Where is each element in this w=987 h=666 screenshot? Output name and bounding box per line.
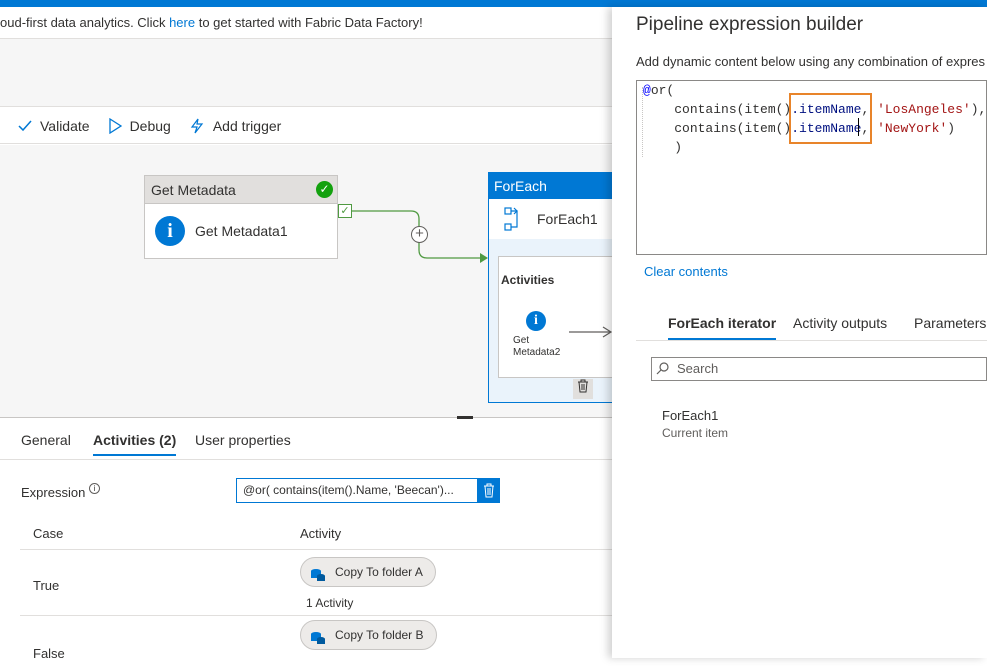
code-fn-or: or( bbox=[650, 83, 675, 98]
delete-icon[interactable] bbox=[573, 379, 593, 399]
copy-activity-chip[interactable]: Copy To folder B bbox=[300, 620, 437, 650]
validate-button[interactable]: Validate bbox=[18, 118, 90, 134]
properties-tabs: General Activities (2) User properties bbox=[0, 418, 612, 460]
tab-general[interactable]: General bbox=[21, 432, 71, 448]
panel-title: Pipeline expression builder bbox=[636, 14, 864, 35]
foreach-activity[interactable]: ForEach ForEach1 Activities i Get Metada… bbox=[488, 172, 618, 403]
code-fn-contains: contains(item() bbox=[674, 121, 792, 136]
copy-activity-chip[interactable]: Copy To folder A bbox=[300, 557, 436, 587]
get-metadata-header: Get Metadata ✓ bbox=[145, 176, 337, 204]
code-string: 'NewYork' bbox=[877, 121, 948, 136]
table-header: Case Activity bbox=[20, 518, 612, 550]
inner-activity-line1: Get bbox=[513, 335, 530, 346]
panel-tabs: ForEach iterator Activity outputs Parame… bbox=[636, 305, 987, 341]
banner-text: oud-first data analytics. Click bbox=[0, 15, 170, 30]
cases-table: Case Activity True Copy To folder A 1 Ac… bbox=[20, 518, 612, 666]
search-icon bbox=[656, 362, 669, 375]
info-tooltip-icon[interactable]: i bbox=[89, 483, 100, 494]
case-value: False bbox=[33, 646, 65, 661]
tab-activity-outputs[interactable]: Activity outputs bbox=[793, 315, 887, 331]
code-tail: ) bbox=[947, 121, 956, 136]
tab-parameters[interactable]: Parameters bbox=[914, 315, 986, 331]
delete-expression-icon[interactable] bbox=[478, 478, 500, 503]
expression-label: Expression bbox=[21, 485, 86, 500]
expression-row: Expression i @or( contains(item().Name, … bbox=[0, 470, 612, 514]
code-close: ) bbox=[674, 140, 683, 155]
success-port-icon[interactable]: ✓ bbox=[338, 204, 352, 218]
tab-foreach-iterator[interactable]: ForEach iterator bbox=[668, 315, 777, 340]
inner-activity-name[interactable]: Get Metadata2 bbox=[513, 335, 560, 359]
case-value: True bbox=[33, 578, 60, 593]
expression-field[interactable]: @or( contains(item().Name, 'Beecan')... bbox=[236, 478, 478, 503]
iterator-item[interactable]: ForEach1 bbox=[662, 408, 718, 423]
highlight-box bbox=[789, 93, 872, 144]
table-row: False Copy To folder B bbox=[20, 616, 612, 666]
activity-name: Get Metadata1 bbox=[195, 223, 288, 239]
get-metadata-activity[interactable]: Get Metadata ✓ i Get Metadata1 bbox=[144, 175, 338, 259]
foreach-loop-icon bbox=[504, 207, 518, 231]
code-at: @ bbox=[643, 83, 651, 98]
database-icon bbox=[310, 564, 326, 581]
pipeline-toolbar: Validate Debug Add trigger bbox=[0, 108, 612, 144]
code-string: 'LosAngeles' bbox=[877, 102, 971, 117]
search-input[interactable]: Search bbox=[651, 357, 987, 381]
header-area bbox=[0, 39, 612, 107]
code-fn-contains: contains(item() bbox=[674, 102, 792, 117]
foreach-name: ForEach1 bbox=[537, 211, 598, 227]
info-banner: oud-first data analytics. Click here to … bbox=[0, 7, 612, 39]
check-icon bbox=[18, 120, 32, 131]
activities-label: Activities bbox=[501, 273, 555, 287]
top-accent-bar bbox=[0, 0, 987, 7]
tab-user-properties[interactable]: User properties bbox=[195, 432, 291, 448]
activity-count: 1 Activity bbox=[306, 596, 354, 610]
tab-activities[interactable]: Activities (2) bbox=[93, 432, 177, 456]
text-cursor bbox=[858, 118, 859, 136]
debug-button[interactable]: Debug bbox=[108, 117, 171, 134]
col-case: Case bbox=[33, 526, 64, 541]
code-tail: ), bbox=[970, 102, 987, 117]
banner-link[interactable]: here bbox=[169, 15, 195, 30]
foreach-inner-activities[interactable]: Activities i Get Metadata2 bbox=[498, 256, 618, 378]
iterator-item-desc: Current item bbox=[662, 426, 729, 440]
validate-label: Validate bbox=[40, 117, 90, 134]
add-activity-icon[interactable]: + bbox=[411, 226, 428, 243]
col-activity: Activity bbox=[300, 526, 342, 541]
debug-label: Debug bbox=[129, 117, 171, 134]
table-row: True Copy To folder A 1 Activity bbox=[20, 550, 612, 616]
info-icon: i bbox=[526, 311, 546, 331]
chip-label: Copy To folder B bbox=[335, 628, 424, 642]
banner-text-after: to get started with Fabric Data Factory! bbox=[195, 15, 423, 30]
panel-description: Add dynamic content below using any comb… bbox=[636, 54, 986, 69]
chip-label: Copy To folder A bbox=[335, 565, 423, 579]
add-trigger-button[interactable]: Add trigger bbox=[189, 118, 281, 134]
database-icon bbox=[310, 627, 326, 644]
play-icon bbox=[108, 117, 122, 134]
success-check-icon: ✓ bbox=[316, 181, 333, 198]
info-icon: i bbox=[155, 216, 185, 246]
clear-contents-link[interactable]: Clear contents bbox=[644, 264, 728, 279]
lightning-icon bbox=[190, 118, 204, 133]
activity-type-label: Get Metadata bbox=[151, 182, 236, 198]
indent-guide bbox=[642, 87, 643, 157]
inner-activity-line2: Metadata2 bbox=[513, 347, 561, 358]
add-trigger-label: Add trigger bbox=[212, 117, 282, 134]
foreach-header: ForEach bbox=[489, 173, 617, 199]
